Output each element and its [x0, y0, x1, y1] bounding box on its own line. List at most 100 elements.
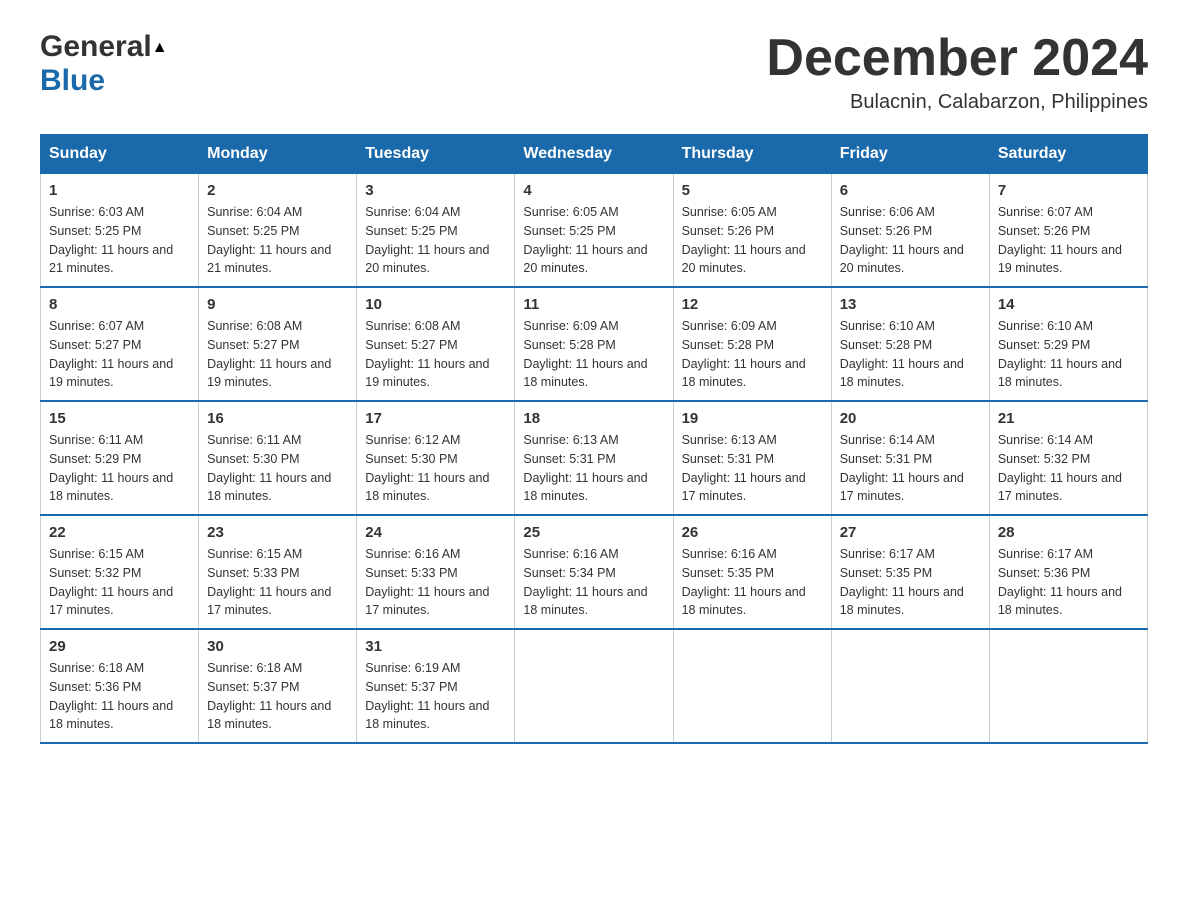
logo-triangle-icon: ▲: [152, 39, 168, 57]
day-info: Sunrise: 6:13 AM Sunset: 5:31 PM Dayligh…: [523, 431, 664, 506]
day-number: 20: [840, 410, 981, 427]
day-info: Sunrise: 6:16 AM Sunset: 5:34 PM Dayligh…: [523, 545, 664, 620]
day-number: 3: [365, 182, 506, 199]
day-info: Sunrise: 6:09 AM Sunset: 5:28 PM Dayligh…: [523, 317, 664, 392]
day-info: Sunrise: 6:15 AM Sunset: 5:33 PM Dayligh…: [207, 545, 348, 620]
week-row-2: 8 Sunrise: 6:07 AM Sunset: 5:27 PM Dayli…: [41, 287, 1148, 401]
day-info: Sunrise: 6:11 AM Sunset: 5:30 PM Dayligh…: [207, 431, 348, 506]
day-info: Sunrise: 6:13 AM Sunset: 5:31 PM Dayligh…: [682, 431, 823, 506]
day-cell: 23 Sunrise: 6:15 AM Sunset: 5:33 PM Dayl…: [199, 515, 357, 629]
day-cell: [673, 629, 831, 743]
day-cell: 20 Sunrise: 6:14 AM Sunset: 5:31 PM Dayl…: [831, 401, 989, 515]
day-number: 29: [49, 638, 190, 655]
week-row-4: 22 Sunrise: 6:15 AM Sunset: 5:32 PM Dayl…: [41, 515, 1148, 629]
day-number: 22: [49, 524, 190, 541]
day-number: 12: [682, 296, 823, 313]
day-cell: 30 Sunrise: 6:18 AM Sunset: 5:37 PM Dayl…: [199, 629, 357, 743]
day-number: 31: [365, 638, 506, 655]
day-number: 21: [998, 410, 1139, 427]
day-cell: 17 Sunrise: 6:12 AM Sunset: 5:30 PM Dayl…: [357, 401, 515, 515]
day-cell: 5 Sunrise: 6:05 AM Sunset: 5:26 PM Dayli…: [673, 174, 831, 288]
day-cell: 9 Sunrise: 6:08 AM Sunset: 5:27 PM Dayli…: [199, 287, 357, 401]
day-cell: 15 Sunrise: 6:11 AM Sunset: 5:29 PM Dayl…: [41, 401, 199, 515]
day-number: 24: [365, 524, 506, 541]
day-info: Sunrise: 6:10 AM Sunset: 5:29 PM Dayligh…: [998, 317, 1139, 392]
day-info: Sunrise: 6:12 AM Sunset: 5:30 PM Dayligh…: [365, 431, 506, 506]
logo-blue-text: Blue: [40, 64, 105, 97]
day-cell: 21 Sunrise: 6:14 AM Sunset: 5:32 PM Dayl…: [989, 401, 1147, 515]
day-number: 27: [840, 524, 981, 541]
day-info: Sunrise: 6:11 AM Sunset: 5:29 PM Dayligh…: [49, 431, 190, 506]
day-info: Sunrise: 6:18 AM Sunset: 5:37 PM Dayligh…: [207, 659, 348, 734]
day-cell: 14 Sunrise: 6:10 AM Sunset: 5:29 PM Dayl…: [989, 287, 1147, 401]
day-info: Sunrise: 6:16 AM Sunset: 5:33 PM Dayligh…: [365, 545, 506, 620]
day-info: Sunrise: 6:17 AM Sunset: 5:36 PM Dayligh…: [998, 545, 1139, 620]
day-info: Sunrise: 6:14 AM Sunset: 5:31 PM Dayligh…: [840, 431, 981, 506]
day-info: Sunrise: 6:05 AM Sunset: 5:25 PM Dayligh…: [523, 203, 664, 278]
day-number: 9: [207, 296, 348, 313]
day-info: Sunrise: 6:07 AM Sunset: 5:27 PM Dayligh…: [49, 317, 190, 392]
logo-general-text: General: [40, 30, 152, 63]
day-number: 23: [207, 524, 348, 541]
week-row-5: 29 Sunrise: 6:18 AM Sunset: 5:36 PM Dayl…: [41, 629, 1148, 743]
day-cell: 6 Sunrise: 6:06 AM Sunset: 5:26 PM Dayli…: [831, 174, 989, 288]
day-cell: 19 Sunrise: 6:13 AM Sunset: 5:31 PM Dayl…: [673, 401, 831, 515]
day-number: 25: [523, 524, 664, 541]
day-number: 2: [207, 182, 348, 199]
logo: General▲ Blue: [40, 30, 168, 98]
day-cell: 22 Sunrise: 6:15 AM Sunset: 5:32 PM Dayl…: [41, 515, 199, 629]
day-cell: 2 Sunrise: 6:04 AM Sunset: 5:25 PM Dayli…: [199, 174, 357, 288]
title-section: December 2024 Bulacnin, Calabarzon, Phil…: [766, 30, 1148, 114]
day-cell: 28 Sunrise: 6:17 AM Sunset: 5:36 PM Dayl…: [989, 515, 1147, 629]
day-number: 16: [207, 410, 348, 427]
day-number: 30: [207, 638, 348, 655]
header-wednesday: Wednesday: [515, 135, 673, 174]
day-info: Sunrise: 6:18 AM Sunset: 5:36 PM Dayligh…: [49, 659, 190, 734]
day-number: 4: [523, 182, 664, 199]
day-number: 17: [365, 410, 506, 427]
logo-line2: Blue: [40, 64, 105, 98]
calendar-subtitle: Bulacnin, Calabarzon, Philippines: [766, 91, 1148, 114]
day-number: 7: [998, 182, 1139, 199]
day-cell: 24 Sunrise: 6:16 AM Sunset: 5:33 PM Dayl…: [357, 515, 515, 629]
day-number: 13: [840, 296, 981, 313]
day-info: Sunrise: 6:05 AM Sunset: 5:26 PM Dayligh…: [682, 203, 823, 278]
week-row-3: 15 Sunrise: 6:11 AM Sunset: 5:29 PM Dayl…: [41, 401, 1148, 515]
day-info: Sunrise: 6:15 AM Sunset: 5:32 PM Dayligh…: [49, 545, 190, 620]
day-cell: 12 Sunrise: 6:09 AM Sunset: 5:28 PM Dayl…: [673, 287, 831, 401]
day-cell: 4 Sunrise: 6:05 AM Sunset: 5:25 PM Dayli…: [515, 174, 673, 288]
header-row: SundayMondayTuesdayWednesdayThursdayFrid…: [41, 135, 1148, 174]
day-number: 19: [682, 410, 823, 427]
day-cell: [831, 629, 989, 743]
header-sunday: Sunday: [41, 135, 199, 174]
header-tuesday: Tuesday: [357, 135, 515, 174]
day-info: Sunrise: 6:19 AM Sunset: 5:37 PM Dayligh…: [365, 659, 506, 734]
calendar-table: SundayMondayTuesdayWednesdayThursdayFrid…: [40, 134, 1148, 744]
day-cell: 16 Sunrise: 6:11 AM Sunset: 5:30 PM Dayl…: [199, 401, 357, 515]
day-cell: 3 Sunrise: 6:04 AM Sunset: 5:25 PM Dayli…: [357, 174, 515, 288]
header-thursday: Thursday: [673, 135, 831, 174]
day-cell: 10 Sunrise: 6:08 AM Sunset: 5:27 PM Dayl…: [357, 287, 515, 401]
day-cell: 7 Sunrise: 6:07 AM Sunset: 5:26 PM Dayli…: [989, 174, 1147, 288]
day-info: Sunrise: 6:16 AM Sunset: 5:35 PM Dayligh…: [682, 545, 823, 620]
day-info: Sunrise: 6:04 AM Sunset: 5:25 PM Dayligh…: [207, 203, 348, 278]
header-monday: Monday: [199, 135, 357, 174]
day-cell: [989, 629, 1147, 743]
day-number: 6: [840, 182, 981, 199]
day-cell: 27 Sunrise: 6:17 AM Sunset: 5:35 PM Dayl…: [831, 515, 989, 629]
day-cell: 8 Sunrise: 6:07 AM Sunset: 5:27 PM Dayli…: [41, 287, 199, 401]
day-cell: 1 Sunrise: 6:03 AM Sunset: 5:25 PM Dayli…: [41, 174, 199, 288]
calendar-title: December 2024: [766, 30, 1148, 87]
day-info: Sunrise: 6:08 AM Sunset: 5:27 PM Dayligh…: [365, 317, 506, 392]
logo-line1: General▲: [40, 30, 168, 64]
day-number: 15: [49, 410, 190, 427]
day-cell: 13 Sunrise: 6:10 AM Sunset: 5:28 PM Dayl…: [831, 287, 989, 401]
day-info: Sunrise: 6:07 AM Sunset: 5:26 PM Dayligh…: [998, 203, 1139, 278]
day-info: Sunrise: 6:06 AM Sunset: 5:26 PM Dayligh…: [840, 203, 981, 278]
day-cell: 18 Sunrise: 6:13 AM Sunset: 5:31 PM Dayl…: [515, 401, 673, 515]
header-saturday: Saturday: [989, 135, 1147, 174]
day-cell: 26 Sunrise: 6:16 AM Sunset: 5:35 PM Dayl…: [673, 515, 831, 629]
week-row-1: 1 Sunrise: 6:03 AM Sunset: 5:25 PM Dayli…: [41, 174, 1148, 288]
day-number: 18: [523, 410, 664, 427]
day-cell: [515, 629, 673, 743]
